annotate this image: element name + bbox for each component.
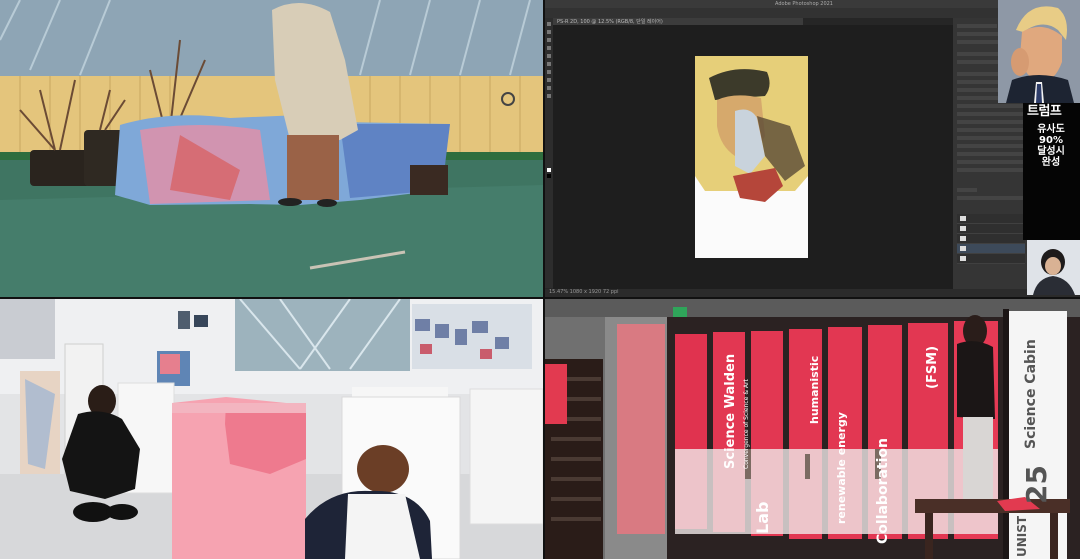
hand-tool-icon[interactable] bbox=[547, 94, 551, 98]
door-text-unist: UNIST bbox=[1015, 515, 1029, 557]
layer-row[interactable] bbox=[957, 244, 1025, 254]
caption-title: 트럼프 bbox=[1027, 104, 1062, 119]
participant-photo bbox=[1027, 240, 1080, 295]
window-text-humanistic: humanistic bbox=[808, 355, 821, 424]
photoshop-status-bar: 15.47% 1080 x 1920 72 ppi bbox=[545, 289, 1080, 297]
photoshop-canvas-area[interactable] bbox=[553, 25, 953, 289]
window-text-fsm: (FSM) bbox=[925, 345, 940, 389]
window-text-convergence: Convergence of Science & Art bbox=[743, 379, 750, 469]
door-text-science-cabin: Science Cabin bbox=[1023, 339, 1039, 449]
window-text-lab: Lab bbox=[753, 501, 772, 534]
document-tab[interactable]: PS-R 2D, 100 @ 12.5% (RGB/8, 단일 레이어) bbox=[553, 18, 803, 25]
marquee-tool-icon[interactable] bbox=[547, 30, 551, 34]
window-scene bbox=[545, 299, 1080, 559]
photoshop-canvas[interactable] bbox=[695, 56, 808, 258]
text-tool-icon[interactable] bbox=[547, 86, 551, 90]
studio-scene bbox=[0, 299, 543, 559]
lasso-tool-icon[interactable] bbox=[547, 38, 551, 42]
layer-row[interactable] bbox=[957, 254, 1025, 264]
rooftop-scene bbox=[0, 0, 543, 297]
window-text-collaboration: Collaboration bbox=[875, 437, 891, 544]
eraser-tool-icon[interactable] bbox=[547, 70, 551, 74]
caption-body: 유사도90%달성시완성 bbox=[1037, 124, 1065, 168]
video-tile-studio bbox=[0, 299, 543, 559]
status-bar-text: 15.47% 1080 x 1920 72 ppi bbox=[549, 289, 619, 295]
layer-row[interactable] bbox=[957, 224, 1025, 234]
webcam-overlay-portrait bbox=[998, 0, 1080, 103]
photoshop-toolbar[interactable] bbox=[545, 18, 553, 288]
video-tile-science-walden: Science Walden Convergence of Science & … bbox=[545, 299, 1080, 559]
overlay-caption-box: 트럼프 유사도90%달성시완성 bbox=[1023, 103, 1080, 240]
brush-tool-icon[interactable] bbox=[547, 62, 551, 66]
man-portrait-photo bbox=[998, 0, 1080, 103]
crop-tool-icon[interactable] bbox=[547, 46, 551, 50]
eyedropper-tool-icon[interactable] bbox=[547, 54, 551, 58]
video-tile-rooftop bbox=[0, 0, 543, 297]
window-text-science-walden: Science Walden bbox=[723, 353, 738, 469]
gradient-tool-icon[interactable] bbox=[547, 78, 551, 82]
background-color-swatch[interactable] bbox=[547, 174, 551, 178]
portrait-collage-artwork bbox=[695, 56, 808, 202]
foreground-color-swatch[interactable] bbox=[547, 168, 551, 172]
document-tab-label: PS-R 2D, 100 @ 12.5% (RGB/8, 단일 레이어) bbox=[557, 19, 663, 25]
layer-row[interactable] bbox=[957, 234, 1025, 244]
photoshop-window-title: Adobe Photoshop 2021 bbox=[775, 1, 833, 7]
layer-row[interactable] bbox=[957, 214, 1025, 224]
window-text-renewable-energy: renewable energy bbox=[835, 412, 848, 524]
move-tool-icon[interactable] bbox=[547, 22, 551, 26]
door-number: 25 bbox=[1020, 465, 1053, 504]
webcam-overlay-participant bbox=[1027, 240, 1080, 295]
